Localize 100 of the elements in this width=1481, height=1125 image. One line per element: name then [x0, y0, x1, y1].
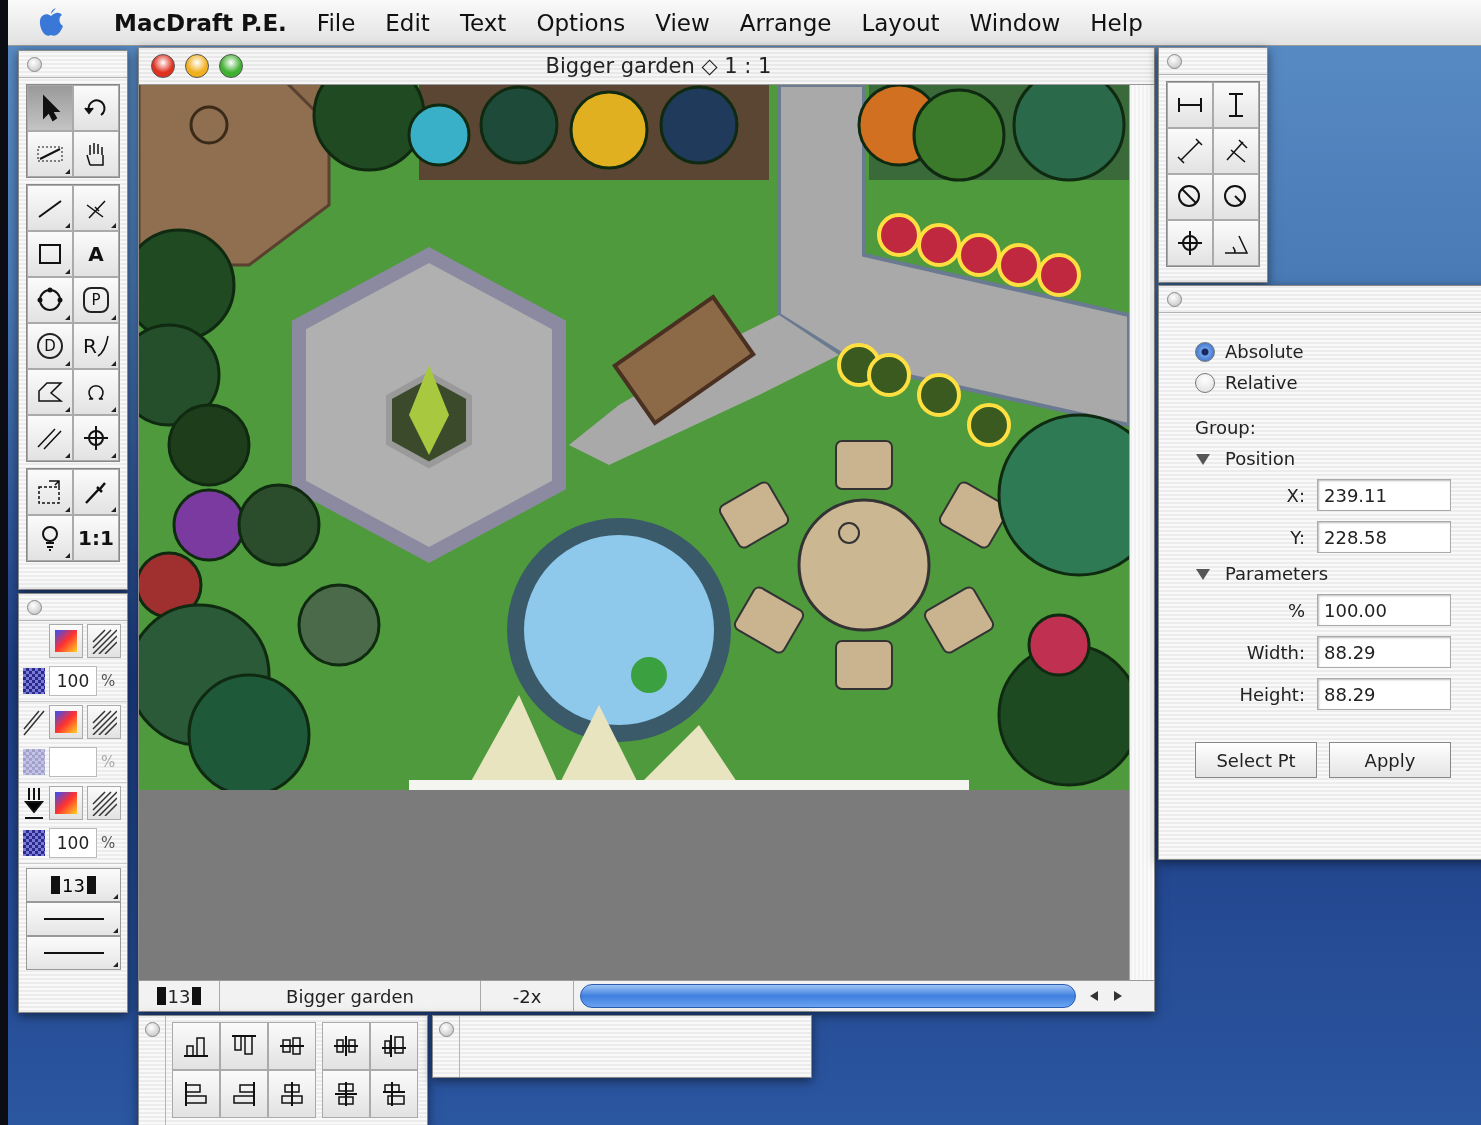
tool-button[interactable]	[27, 85, 73, 131]
opacity-field[interactable]: 100	[49, 828, 97, 858]
zoom-button[interactable]	[219, 54, 243, 78]
menu-item[interactable]: Window	[969, 9, 1061, 36]
tool-button[interactable]	[27, 231, 73, 277]
menu-item[interactable]: Arrange	[739, 9, 832, 36]
align-tool-button[interactable]	[172, 1070, 220, 1118]
opacity-swatch[interactable]	[23, 668, 45, 694]
close-button[interactable]	[1167, 53, 1182, 69]
align-tool-button[interactable]	[172, 1022, 220, 1070]
layer-name[interactable]: Bigger garden	[220, 981, 481, 1011]
close-button[interactable]	[438, 1022, 454, 1037]
disclosure-triangle-icon[interactable]	[1195, 566, 1211, 581]
input-field[interactable]: 239.11	[1317, 479, 1451, 511]
close-button[interactable]	[27, 599, 42, 615]
dimension-tool-button[interactable]	[1167, 174, 1213, 220]
dimension-tool-button[interactable]	[1213, 82, 1259, 128]
tool-button[interactable]	[27, 277, 73, 323]
panel-button[interactable]: Apply	[1329, 742, 1451, 778]
tool-button[interactable]	[73, 85, 119, 131]
tool-button[interactable]	[27, 369, 73, 415]
crosshair-icon	[1175, 228, 1205, 258]
tool-button[interactable]	[73, 469, 119, 515]
percent-label: %	[101, 672, 116, 690]
align-tool-button[interactable]	[322, 1070, 370, 1118]
align-tool-button[interactable]	[220, 1070, 268, 1118]
disclosure-triangle-icon[interactable]	[1195, 451, 1211, 466]
tool-button[interactable]: A	[73, 231, 119, 277]
tool-button[interactable]: P	[73, 277, 119, 323]
menu-item[interactable]: Help	[1090, 9, 1143, 36]
align-tool-button[interactable]	[268, 1022, 316, 1070]
align-tool-button[interactable]	[268, 1070, 316, 1118]
opacity-field[interactable]	[49, 747, 97, 777]
close-button[interactable]	[151, 54, 175, 78]
radio-label: Relative	[1225, 372, 1298, 393]
tool-button[interactable]	[73, 415, 119, 461]
scroll-left-icon[interactable]	[1088, 990, 1100, 1002]
tool-button[interactable]: D	[27, 323, 73, 369]
radio-button[interactable]	[1195, 341, 1215, 362]
color-button[interactable]	[49, 705, 83, 739]
vertical-scrollbar[interactable]	[1129, 85, 1154, 980]
scroll-right-icon[interactable]	[1112, 990, 1124, 1002]
line-sample-icon	[43, 951, 104, 955]
input-field[interactable]: 88.29	[1317, 678, 1451, 710]
dimension-tool-button[interactable]	[1167, 82, 1213, 128]
tool-button[interactable]	[27, 415, 73, 461]
menu-item[interactable]: File	[316, 9, 356, 36]
tool-button[interactable]	[27, 515, 73, 561]
minimize-button[interactable]	[185, 54, 209, 78]
tool-button[interactable]	[27, 185, 73, 231]
line-width-picker[interactable]: 13	[26, 868, 121, 902]
color-picker-icon	[53, 790, 79, 816]
dimension-tool-button[interactable]	[1213, 174, 1259, 220]
radio-button[interactable]	[1195, 372, 1215, 393]
app-menu[interactable]: MacDraft P.E.	[114, 9, 287, 36]
close-button[interactable]	[144, 1022, 160, 1037]
percent-label: %	[101, 834, 116, 852]
pattern-icon	[91, 628, 117, 654]
tool-button[interactable]: R	[73, 323, 119, 369]
color-button[interactable]	[49, 624, 83, 658]
menu-item[interactable]: Layout	[861, 9, 940, 36]
tool-button[interactable]	[27, 131, 73, 177]
line-style-picker[interactable]	[26, 902, 121, 936]
tool-button[interactable]: 1:1	[73, 515, 119, 561]
tool-button[interactable]	[73, 131, 119, 177]
menu-item[interactable]: Options	[536, 9, 626, 36]
close-button[interactable]	[1167, 291, 1182, 307]
zoom-level[interactable]: -2x	[481, 981, 574, 1011]
line-end-picker[interactable]	[26, 936, 121, 970]
pattern-button[interactable]	[87, 786, 121, 820]
field-label: Y:	[1289, 526, 1305, 548]
align-tool-button[interactable]	[370, 1070, 418, 1118]
radio-label: Absolute	[1225, 341, 1304, 362]
pattern-button[interactable]	[87, 624, 121, 658]
horizontal-scrollbar[interactable]	[580, 984, 1076, 1008]
menu-item[interactable]: View	[655, 9, 710, 36]
input-field[interactable]: 88.29	[1317, 636, 1451, 668]
menu-item[interactable]: Text	[459, 9, 507, 36]
align-tool-button[interactable]	[370, 1022, 418, 1070]
tool-button[interactable]	[27, 469, 73, 515]
align-tool-button[interactable]	[322, 1022, 370, 1070]
dimension-tool-button[interactable]	[1213, 220, 1259, 266]
opacity-field[interactable]: 100	[49, 666, 97, 696]
input-field[interactable]: 228.58	[1317, 521, 1451, 553]
dimension-tool-button[interactable]	[1213, 128, 1259, 174]
tool-button[interactable]	[73, 369, 119, 415]
color-button[interactable]	[49, 786, 83, 820]
input-field[interactable]: 100.00	[1317, 594, 1451, 626]
panel-button[interactable]: Select Pt	[1195, 742, 1317, 778]
pattern-button[interactable]	[87, 705, 121, 739]
opacity-swatch[interactable]	[23, 830, 45, 856]
tool-button[interactable]	[73, 185, 119, 231]
dimension-tool-button[interactable]	[1167, 220, 1213, 266]
crosshair-icon	[81, 423, 111, 453]
line-width-indicator[interactable]: 13	[139, 981, 220, 1011]
circle-letter-tool-icon: D	[37, 333, 63, 359]
pattern-icon	[91, 790, 117, 816]
menu-item[interactable]: Edit	[385, 9, 430, 36]
close-button[interactable]	[27, 56, 42, 72]
align-tool-button[interactable]	[220, 1022, 268, 1070]
